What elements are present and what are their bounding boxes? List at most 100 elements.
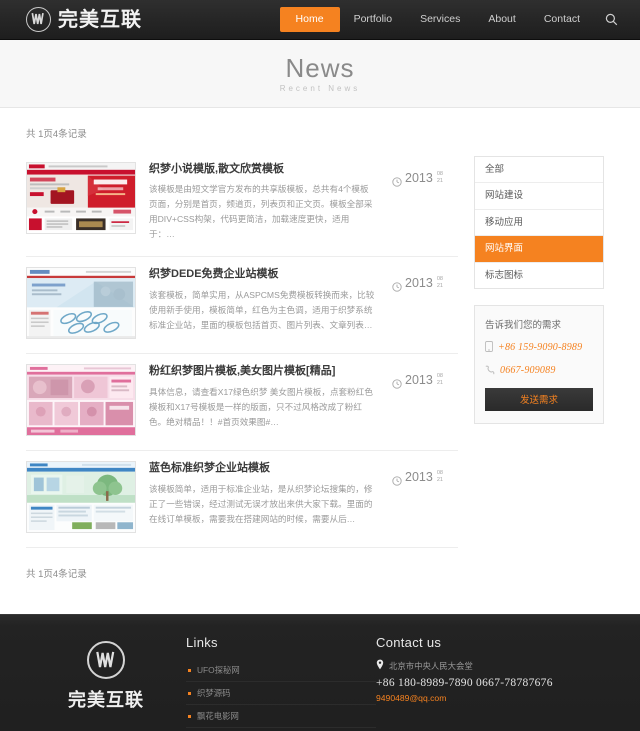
news-title[interactable]: 织梦小说模版,散文欣赏模板 bbox=[149, 162, 375, 176]
telephone-icon bbox=[485, 362, 495, 380]
logo-monogram-icon bbox=[26, 7, 51, 32]
nav-item-services[interactable]: Services bbox=[406, 8, 474, 31]
nav-item-contact[interactable]: Contact bbox=[530, 8, 594, 31]
clock-icon bbox=[392, 473, 402, 491]
news-list-item[interactable]: 织梦DEDE免费企业站模板 该套模板，简单实用，从ASPCMS免费模板转换而来，… bbox=[26, 257, 458, 355]
contact-widget-heading: 告诉我们您的需求 bbox=[485, 319, 562, 331]
news-list-item[interactable]: 蓝色标准织梦企业站模板 该模板简单，适用于标准企业站，是从织梦论坛搜集的，修正了… bbox=[26, 451, 458, 549]
news-description: 该套模板，简单实用，从ASPCMS免费模板转换而来，比较使用新手使用，模板简单，… bbox=[149, 289, 375, 330]
footer-logo-text: 完美互联 bbox=[68, 690, 144, 711]
news-title[interactable]: 粉红织梦图片模板,美女图片模板[精品] bbox=[149, 364, 375, 378]
bullet-icon bbox=[188, 691, 191, 695]
bullet-icon bbox=[188, 668, 191, 672]
page-title: News bbox=[285, 52, 355, 83]
news-date: 2013 08 21 bbox=[392, 162, 458, 242]
footer-contact-heading: Contact us bbox=[376, 635, 442, 651]
category-list: 全部 网站建设 移动应用 网站界面 标志图标 bbox=[474, 156, 604, 289]
news-thumbnail[interactable] bbox=[26, 267, 136, 340]
sidebar: 全部 网站建设 移动应用 网站界面 标志图标 告诉我们您的需求 +86 159-… bbox=[474, 152, 604, 424]
record-count-top: 共 1页4条记录 bbox=[26, 129, 87, 140]
page-subtitle: Recent News bbox=[279, 84, 361, 94]
footer-contact-column: Contact us 北京市中央人民大会堂 +86 180-8989-7890 … bbox=[376, 635, 614, 728]
news-date-month: 08 bbox=[436, 171, 444, 177]
clock-icon bbox=[392, 376, 402, 394]
contact-phone-number: 0667-909089 bbox=[500, 365, 556, 377]
footer-phones: +86 180-8989-7890 0667-78787676 bbox=[376, 677, 553, 690]
page-body: 共 1页4条记录 织梦小说模版,散文欣赏模板 该模板是由短文学官方发布的共享版模… bbox=[0, 108, 640, 592]
news-date-monthday: 08 21 bbox=[437, 171, 443, 185]
news-date-year: 2013 bbox=[405, 276, 433, 291]
page-banner: News Recent News bbox=[0, 40, 640, 108]
news-date-month: 08 bbox=[436, 276, 444, 283]
footer-links-heading: Links bbox=[186, 635, 218, 651]
news-date-day: 21 bbox=[436, 380, 444, 387]
news-date-monthday: 08 21 bbox=[437, 276, 443, 290]
news-thumbnail[interactable] bbox=[26, 461, 136, 534]
news-date-monthday: 08 21 bbox=[437, 470, 443, 484]
footer-link-label: 飘花电影网 bbox=[197, 711, 239, 722]
news-list-item[interactable]: 粉红织梦图片模板,美女图片模板[精品] 具体信息，请查看X17绿色织梦 美女图片… bbox=[26, 354, 458, 452]
nav-item-about[interactable]: About bbox=[474, 8, 529, 31]
footer-link-label: 织梦源码 bbox=[197, 688, 231, 699]
news-list: 织梦小说模版,散文欣赏模板 该模板是由短文学官方发布的共享版模板，总共有4个模板… bbox=[26, 152, 458, 549]
site-header: 完美互联 Home Portfolio Services About Conta… bbox=[0, 0, 640, 40]
news-date-year: 2013 bbox=[405, 470, 433, 485]
news-thumbnail[interactable] bbox=[26, 364, 136, 437]
news-date-day: 21 bbox=[436, 283, 444, 290]
contact-widget: 告诉我们您的需求 +86 159-9090-8989 0667-909089 发… bbox=[474, 304, 604, 424]
news-text: 织梦小说模版,散文欣赏模板 该模板是由短文学官方发布的共享版模板，总共有4个模板… bbox=[149, 162, 379, 242]
footer-link-movies[interactable]: 飘花电影网 bbox=[186, 705, 376, 729]
sidebar-item-all[interactable]: 全部 bbox=[475, 157, 603, 184]
news-text: 粉红织梦图片模板,美女图片模板[精品] 具体信息，请查看X17绿色织梦 美女图片… bbox=[149, 364, 379, 436]
footer-content: 完美互联 Links UFO探秘网 织梦源码 飘花电影网 Contact us bbox=[0, 615, 640, 729]
send-request-button[interactable]: 发送需求 bbox=[485, 387, 593, 411]
footer-logo: 完美互联 bbox=[26, 635, 186, 728]
news-title[interactable]: 蓝色标准织梦企业站模板 bbox=[149, 461, 375, 475]
news-description: 该模板是由短文学官方发布的共享版模板，总共有4个模板页面，分别是首页，频道页，列… bbox=[149, 184, 373, 240]
site-footer: 完美互联 Links UFO探秘网 织梦源码 飘花电影网 Contact us bbox=[0, 614, 640, 731]
footer-email[interactable]: 9490489@qq.com bbox=[376, 693, 614, 703]
news-title[interactable]: 织梦DEDE免费企业站模板 bbox=[149, 267, 375, 281]
news-description: 具体信息，请查看X17绿色织梦 美女图片模板，点套粉红色模板和X17号模板是一样… bbox=[149, 386, 373, 427]
footer-link-label: UFO探秘网 bbox=[197, 665, 240, 676]
sidebar-item-logo-icons[interactable]: 标志图标 bbox=[475, 263, 603, 288]
contact-mobile-number: +86 159-9090-8989 bbox=[498, 342, 583, 354]
footer-spacer bbox=[0, 592, 640, 614]
search-icon[interactable] bbox=[602, 11, 620, 29]
news-date-year: 2013 bbox=[405, 373, 433, 388]
sidebar-item-mobile-apps[interactable]: 移动应用 bbox=[475, 210, 603, 237]
news-date-monthday: 08 21 bbox=[437, 373, 443, 387]
footer-address: 北京市中央人民大会堂 bbox=[389, 660, 473, 671]
news-date: 2013 08 21 bbox=[392, 267, 458, 339]
news-thumbnail[interactable] bbox=[26, 162, 136, 234]
site-logo[interactable]: 完美互联 bbox=[26, 7, 142, 32]
news-date: 2013 08 21 bbox=[392, 461, 458, 533]
news-date: 2013 08 21 bbox=[392, 364, 458, 436]
contact-mobile-row: +86 159-9090-8989 bbox=[485, 339, 593, 357]
content-columns: 织梦小说模版,散文欣赏模板 该模板是由短文学官方发布的共享版模板，总共有4个模板… bbox=[26, 152, 614, 549]
nav-item-home[interactable]: Home bbox=[279, 7, 340, 32]
news-date-day: 21 bbox=[436, 177, 444, 184]
bullet-icon bbox=[188, 714, 191, 718]
news-date-month: 08 bbox=[436, 470, 444, 477]
logo-text: 完美互联 bbox=[58, 8, 142, 31]
clock-icon bbox=[392, 174, 402, 192]
news-description: 该模板简单，适用于标准企业站，是从织梦论坛搜集的，修正了一些错误，经过测试无误才… bbox=[149, 483, 373, 524]
sidebar-item-website-construction[interactable]: 网站建设 bbox=[475, 183, 603, 210]
news-text: 织梦DEDE免费企业站模板 该套模板，简单实用，从ASPCMS免费模板转换而来，… bbox=[149, 267, 379, 339]
footer-logo-monogram-icon bbox=[87, 641, 125, 680]
news-date-day: 21 bbox=[436, 477, 444, 484]
sidebar-item-website-ui[interactable]: 网站界面 bbox=[475, 236, 603, 263]
location-pin-icon bbox=[376, 659, 384, 672]
mobile-phone-icon bbox=[485, 339, 493, 357]
contact-phone-row: 0667-909089 bbox=[485, 362, 593, 380]
news-date-month: 08 bbox=[436, 373, 444, 380]
footer-links-column: Links UFO探秘网 织梦源码 飘花电影网 bbox=[186, 635, 376, 729]
clock-icon bbox=[392, 279, 402, 297]
footer-link-dedecms[interactable]: 织梦源码 bbox=[186, 682, 376, 706]
news-date-year: 2013 bbox=[405, 171, 433, 185]
footer-link-ufo[interactable]: UFO探秘网 bbox=[186, 659, 376, 683]
nav-item-portfolio[interactable]: Portfolio bbox=[340, 8, 407, 31]
record-count-bottom: 共 1页4条记录 bbox=[26, 569, 87, 581]
news-list-item[interactable]: 织梦小说模版,散文欣赏模板 该模板是由短文学官方发布的共享版模板，总共有4个模板… bbox=[26, 152, 458, 258]
